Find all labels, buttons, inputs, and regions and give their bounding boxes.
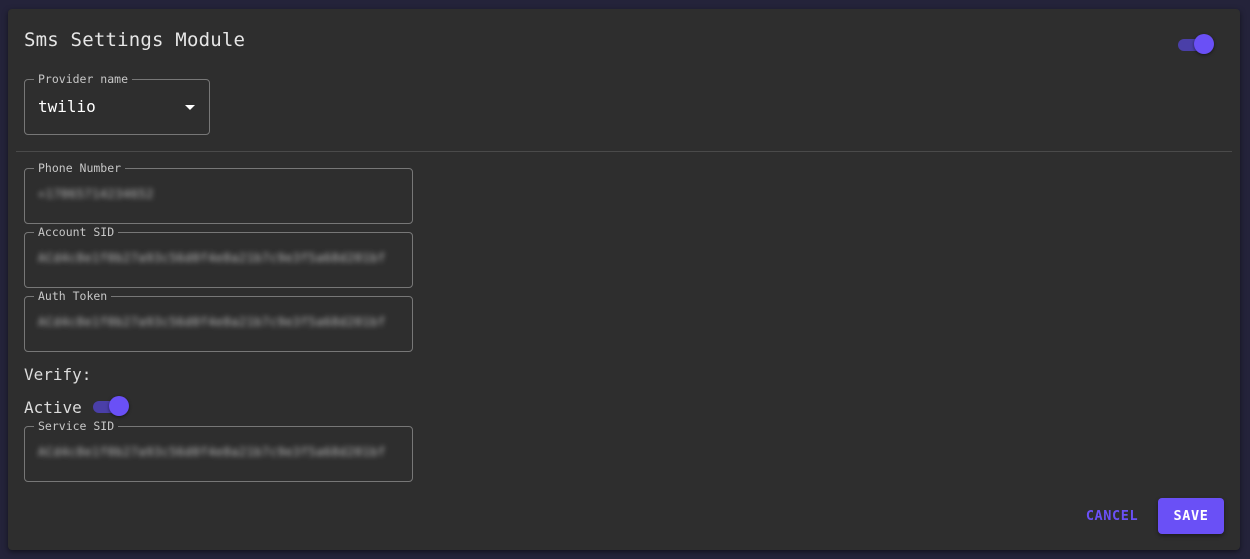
service-sid-label: Service SID <box>34 419 119 433</box>
module-enabled-toggle[interactable] <box>1176 33 1214 55</box>
divider <box>16 151 1232 152</box>
chevron-down-icon <box>185 105 195 110</box>
provider-select[interactable]: Provider name twilio <box>24 72 210 135</box>
account-sid-label: Account SID <box>34 225 119 239</box>
toggle-thumb <box>109 396 129 416</box>
provider-label: Provider name <box>34 72 133 86</box>
auth-token-value: ACd4c8e1f0b27a93c56d0f4e8a21b7c9e3f5a68d… <box>38 315 386 329</box>
verify-active-label: Active <box>24 398 82 417</box>
verify-heading: Verify: <box>24 365 92 384</box>
account-sid-field[interactable]: Account SID ACd4c8e1f0b27a93c56d0f4e8a21… <box>24 225 413 288</box>
module-title: Sms Settings Module <box>24 29 246 51</box>
sms-settings-card: Sms Settings Module Provider name twilio… <box>8 9 1240 550</box>
cancel-button[interactable]: CANCEL <box>1074 498 1150 534</box>
phone-number-field[interactable]: Phone Number +17065714234652 <box>24 161 413 224</box>
verify-active-toggle[interactable] <box>91 395 129 417</box>
account-sid-value: ACd4c8e1f0b27a93c56d0f4e8a21b7c9e3f5a68d… <box>38 251 386 265</box>
toggle-thumb <box>1194 34 1214 54</box>
auth-token-label: Auth Token <box>34 289 112 303</box>
save-button[interactable]: SAVE <box>1158 498 1224 534</box>
service-sid-value: ACd4c8e1f0b27a93c56d0f4e8a21b7c9e3f5a68d… <box>38 445 386 459</box>
phone-number-label: Phone Number <box>34 161 126 175</box>
auth-token-field[interactable]: Auth Token ACd4c8e1f0b27a93c56d0f4e8a21b… <box>24 289 413 352</box>
phone-number-value: +17065714234652 <box>38 187 154 201</box>
provider-value: twilio <box>38 97 96 116</box>
service-sid-field[interactable]: Service SID ACd4c8e1f0b27a93c56d0f4e8a21… <box>24 419 413 482</box>
